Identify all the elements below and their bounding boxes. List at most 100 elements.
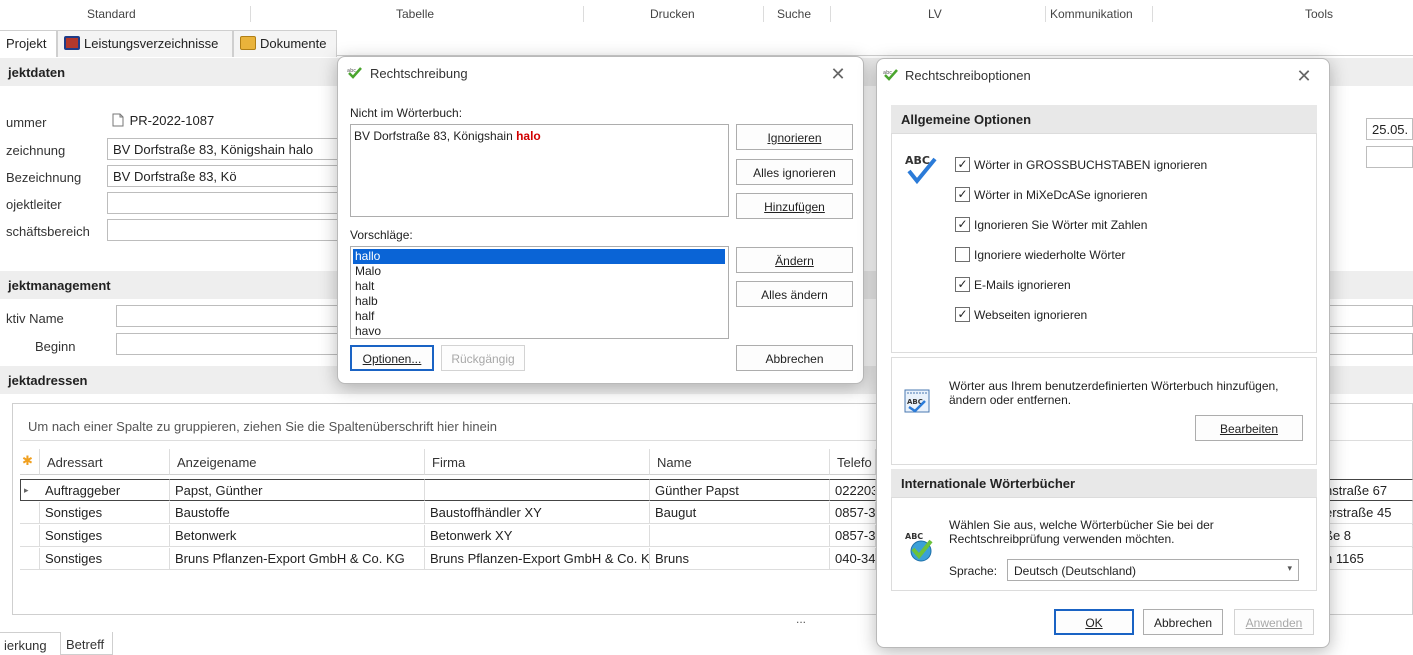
cell[interactable]: 022203 [830, 479, 876, 501]
ribbon-separator [1152, 6, 1153, 22]
change-label: Ändern [775, 254, 814, 268]
checkbox-repeated[interactable] [955, 247, 970, 262]
cell[interactable]: Sonstiges [40, 502, 170, 524]
tab-dokumente[interactable]: Dokumente [233, 30, 337, 57]
ok-button[interactable]: OK [1054, 609, 1134, 635]
change-all-button[interactable]: Alles ändern [736, 281, 853, 307]
date-field[interactable]: 25.05. [1366, 118, 1413, 140]
ribbon-group-drucken: Drucken [650, 7, 695, 21]
label-aktiv-name: ktiv Name [6, 311, 64, 326]
checkbox-uppercase[interactable]: ✓ [955, 157, 970, 172]
ignore-button[interactable]: Ignorieren [736, 124, 853, 150]
col-header-telefon[interactable]: Telefo [830, 449, 876, 475]
ribbon-separator [830, 6, 831, 22]
cell[interactable]: Baustoffhändler XY [425, 502, 650, 524]
checkbox-mixedcase[interactable]: ✓ [955, 187, 970, 202]
options-label: Optionen... [362, 352, 422, 366]
ribbon-separator [1045, 6, 1046, 22]
dialog-title: abc Rechtschreibung [338, 57, 863, 89]
cell[interactable]: Sonstiges [40, 525, 170, 547]
checkbox-emails[interactable]: ✓ [955, 277, 970, 292]
document-tabs: Projekt Leistungsverzeichnisse Dokumente [0, 30, 1413, 57]
row-indicator [20, 525, 40, 547]
close-icon[interactable]: ✕ [1293, 65, 1315, 87]
checkbox-numbers[interactable]: ✓ [955, 217, 970, 232]
cell[interactable]: erstraße 45 [1320, 502, 1413, 524]
cell[interactable] [425, 479, 650, 501]
options-button[interactable]: Optionen... [350, 345, 434, 371]
cell[interactable]: Bruns Pflanzen-Export GmbH & Co. KG [170, 548, 425, 570]
cell[interactable]: 040-34 [830, 548, 876, 570]
cell[interactable]: Sonstiges [40, 548, 170, 570]
list-item[interactable]: Malo [353, 264, 725, 279]
checkbox-websites[interactable]: ✓ [955, 307, 970, 322]
aktiv-name-field[interactable] [116, 305, 346, 327]
list-item[interactable]: half [353, 309, 725, 324]
custom-dictionary-panel [891, 357, 1317, 465]
ignore-all-label: Alles ignorieren [753, 166, 836, 180]
add-label: Hinzufügen [764, 200, 825, 214]
language-select[interactable]: Deutsch (Deutschland) ▾ [1007, 559, 1299, 581]
col-header-adressart[interactable]: Adressart [40, 449, 170, 475]
col-header-name[interactable]: Name [650, 449, 830, 475]
cell[interactable]: Auftraggeber [40, 479, 170, 501]
cell[interactable]: 0857-3 [830, 525, 876, 547]
label-kurzbezeichnung: Bezeichnung [6, 170, 82, 185]
cell[interactable]: 0857-3 [830, 502, 876, 524]
cell[interactable]: h 1165 [1320, 548, 1413, 570]
ribbon-separator [250, 6, 251, 22]
list-item[interactable]: halb [353, 294, 725, 309]
checkbox-emails-label: E-Mails ignorieren [974, 278, 1071, 292]
bezeichnung-field[interactable]: BV Dorfstraße 83, Königshain halo [107, 138, 339, 160]
col-header-firma[interactable]: Firma [425, 449, 650, 475]
ribbon-group-kommunikation: Kommunikation [1050, 7, 1133, 21]
cell[interactable]: Baugut [650, 502, 830, 524]
undo-button[interactable]: Rückgängig [441, 345, 525, 371]
cell[interactable]: Bruns [650, 548, 830, 570]
cancel-label: Abbrechen [765, 352, 824, 366]
spellcheck-icon: abc [883, 69, 898, 81]
close-icon[interactable]: ✕ [827, 63, 849, 85]
kurzbezeichnung-field[interactable]: BV Dorfstraße 83, Kö [107, 165, 339, 187]
apply-label: Anwenden [1245, 616, 1303, 630]
cell[interactable]: hstraße 67 [1320, 479, 1413, 501]
list-item[interactable]: hallo [353, 249, 725, 264]
cell[interactable]: ße 8 [1320, 525, 1413, 547]
projektleiter-field[interactable] [107, 192, 339, 214]
edit-dictionary-button[interactable]: Bearbeiten [1195, 415, 1303, 441]
cell[interactable]: Baustoffe [170, 502, 425, 524]
list-item[interactable]: havo [353, 324, 725, 339]
cell[interactable] [650, 525, 830, 547]
list-item[interactable]: halt [353, 279, 725, 294]
ribbon-group-standard: Standard [87, 7, 136, 21]
change-button[interactable]: Ändern [736, 247, 853, 273]
not-in-dictionary-text[interactable]: BV Dorfstraße 83, Königshain halo [350, 124, 729, 217]
suggestions-list[interactable]: hallo Malo halt halb half havo [350, 246, 729, 339]
custom-dictionary-text: Wörter aus Ihrem benutzerdefinierten Wör… [949, 379, 1279, 407]
label-geschaeftsbereich: schäftsbereich [6, 224, 90, 239]
beginn-field[interactable] [116, 333, 346, 355]
tab-betreff[interactable]: Betreff [60, 632, 113, 655]
cell[interactable]: Betonwerk XY [425, 525, 650, 547]
cancel-button[interactable]: Abbrechen [736, 345, 853, 371]
change-all-label: Alles ändern [761, 288, 828, 302]
cell[interactable]: Papst, Günther [170, 479, 425, 501]
add-to-dictionary-button[interactable]: Hinzufügen [736, 193, 853, 219]
col-header-anzeigename[interactable]: Anzeigename [170, 449, 425, 475]
geschaeftsbereich-field[interactable] [107, 219, 339, 241]
projekt-nummer-field[interactable]: PR-2022-1087 [107, 110, 339, 132]
ignore-all-button[interactable]: Alles ignorieren [736, 159, 853, 185]
apply-button[interactable]: Anwenden [1234, 609, 1314, 635]
tab-projekt[interactable]: Projekt [0, 30, 57, 57]
cancel-label: Abbrechen [1153, 616, 1213, 630]
documents-icon [240, 36, 256, 50]
lv-icon [64, 36, 80, 50]
ribbon-group-tabelle: Tabelle [396, 7, 435, 21]
cell[interactable]: Bruns Pflanzen-Export GmbH & Co. KG [425, 548, 650, 570]
cell[interactable]: Betonwerk [170, 525, 425, 547]
tab-leistungsverzeichnisse[interactable]: Leistungsverzeichnisse [57, 30, 233, 57]
date-field-2[interactable] [1366, 146, 1413, 168]
cancel-button[interactable]: Abbrechen [1143, 609, 1223, 635]
cell[interactable]: Günther Papst [650, 479, 830, 501]
tab-bemerkung[interactable]: ierkung [0, 632, 60, 655]
